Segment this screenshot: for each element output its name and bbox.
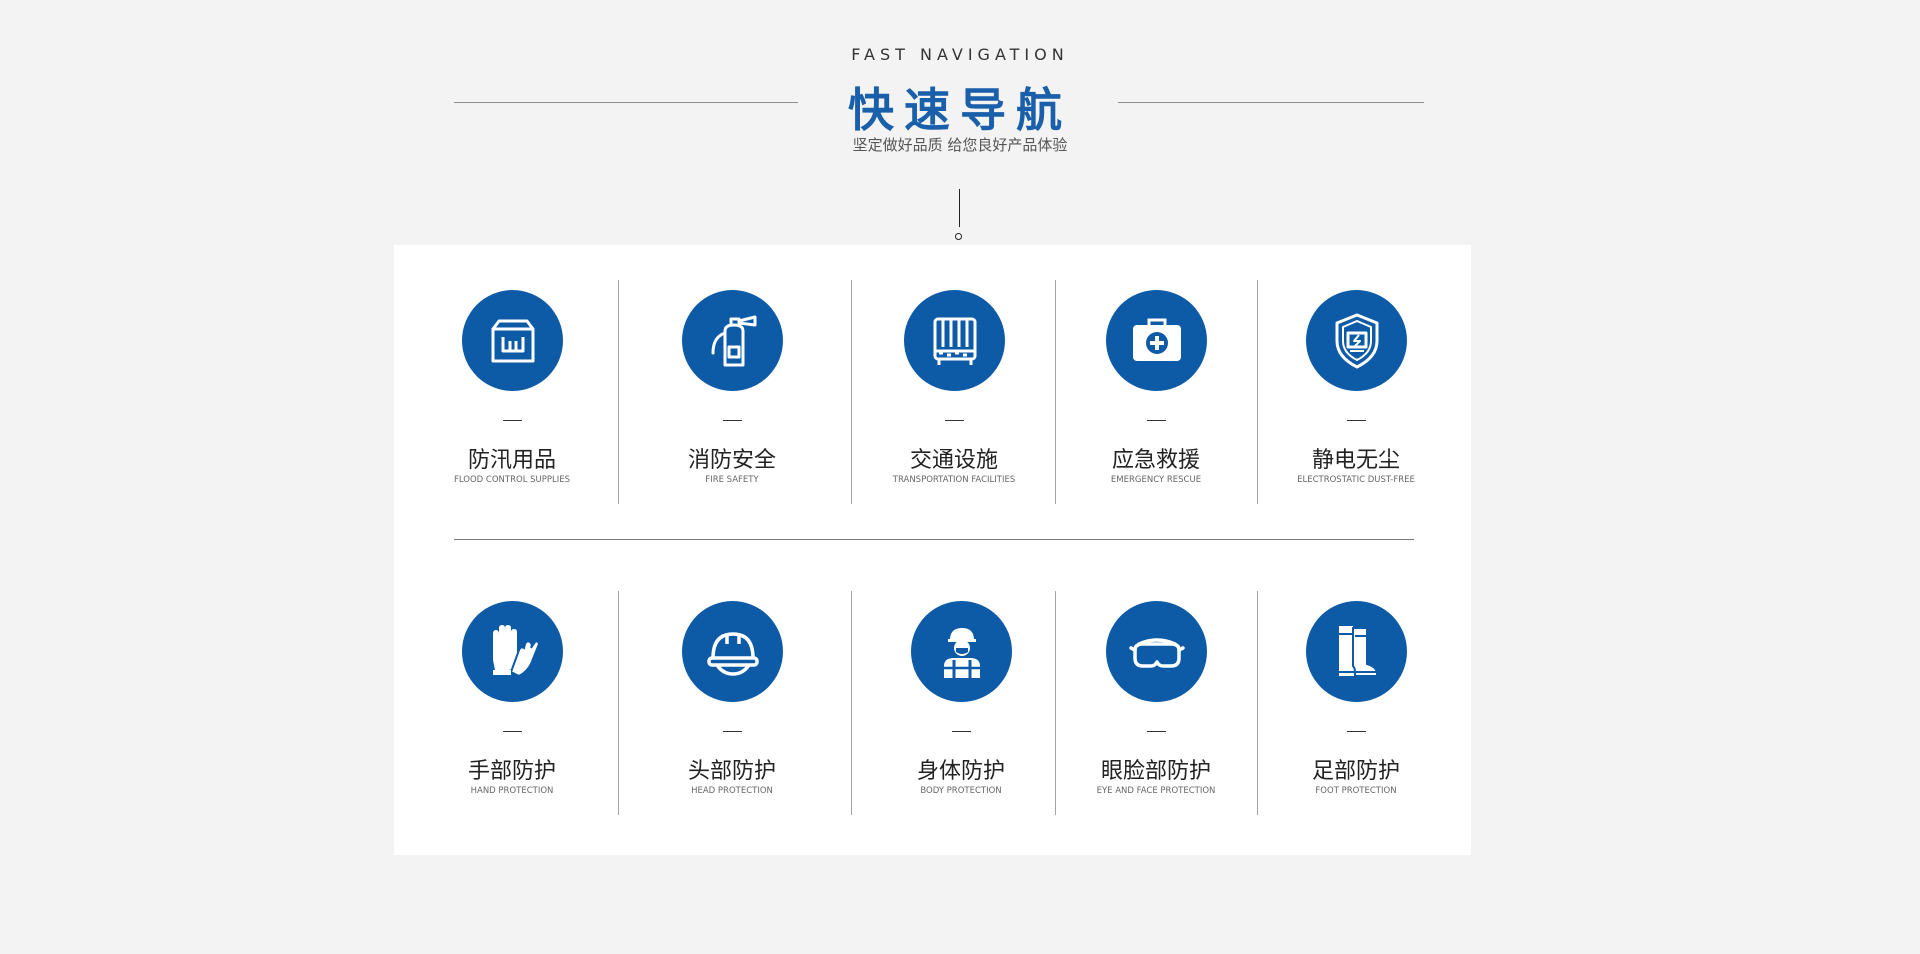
- item-dash: [945, 420, 964, 421]
- nav-item-label-cn: 防汛用品: [467, 448, 556, 473]
- nav-item-transportation[interactable]: 交通设施 TRANSPORTATION FACILITIES: [854, 280, 1054, 504]
- goggles-icon: [1106, 601, 1207, 702]
- item-dash: [723, 731, 742, 732]
- nav-item-eye-face-protection[interactable]: 眼脸部防护 EYE AND FACE PROTECTION: [1056, 591, 1256, 815]
- page-title: 快速导航: [848, 83, 1072, 137]
- first-aid-kit-icon: [1106, 290, 1207, 391]
- nav-item-label-en: FLOOD CONTROL SUPPLIES: [453, 475, 571, 485]
- item-dash: [1147, 420, 1166, 421]
- nav-item-label-en: FIRE SAFETY: [705, 475, 759, 485]
- nav-item-label-en: EMERGENCY RESCUE: [1110, 475, 1202, 485]
- nav-item-fire-safety[interactable]: 消防安全 FIRE SAFETY: [632, 280, 832, 504]
- item-dash: [503, 420, 522, 421]
- nav-item-label-en: HEAD PROTECTION: [691, 786, 773, 796]
- electrostatic-shield-icon: [1306, 290, 1407, 391]
- column-divider: [618, 280, 619, 504]
- nav-item-electrostatic[interactable]: 静电无尘 ELECTROSTATIC DUST-FREE: [1256, 280, 1456, 504]
- worker-icon: [911, 601, 1012, 702]
- fire-extinguisher-icon: [682, 290, 783, 391]
- nav-item-foot-protection[interactable]: 足部防护 FOOT PROTECTION: [1256, 591, 1456, 815]
- nav-item-label-cn: 手部防护: [467, 759, 556, 784]
- nav-item-label-en: FOOT PROTECTION: [1315, 786, 1397, 796]
- nav-item-body-protection[interactable]: 身体防护 BODY PROTECTION: [861, 591, 1061, 815]
- hard-hat-icon: [682, 601, 783, 702]
- column-divider: [618, 591, 619, 815]
- nav-item-emergency-rescue[interactable]: 应急救援 EMERGENCY RESCUE: [1056, 280, 1256, 504]
- gloves-icon: [462, 601, 563, 702]
- column-divider: [851, 591, 852, 815]
- row-divider: [454, 539, 1414, 540]
- nav-item-label-en: ELECTROSTATIC DUST-FREE: [1297, 475, 1415, 485]
- nav-item-label-cn: 头部防护: [687, 759, 776, 784]
- item-dash: [723, 420, 742, 421]
- nav-item-label-cn: 足部防护: [1311, 759, 1400, 784]
- nav-item-label-en: EYE AND FACE PROTECTION: [1096, 786, 1216, 796]
- nav-item-label-cn: 眼脸部防护: [1100, 759, 1211, 784]
- nav-item-label-en: TRANSPORTATION FACILITIES: [892, 475, 1016, 485]
- nav-item-label-en: HAND PROTECTION: [470, 786, 554, 796]
- nav-item-label-cn: 应急救援: [1111, 448, 1200, 473]
- connector-dot: [955, 233, 962, 240]
- nav-item-label-cn: 交通设施: [909, 448, 998, 473]
- nav-item-label-cn: 身体防护: [916, 759, 1005, 784]
- title-line-right: [1118, 102, 1424, 103]
- header-eyebrow: FAST NAVIGATION: [851, 45, 1069, 64]
- nav-item-head-protection[interactable]: 头部防护 HEAD PROTECTION: [632, 591, 832, 815]
- column-divider: [851, 280, 852, 504]
- navigation-panel: 防汛用品 FLOOD CONTROL SUPPLIES 消防安全 FIRE SA…: [394, 245, 1471, 855]
- item-dash: [1147, 731, 1166, 732]
- item-dash: [1347, 420, 1366, 421]
- item-dash: [952, 731, 971, 732]
- section-header: FAST NAVIGATION 快速导航 坚定做好品质 给您良好产品体验: [0, 0, 1920, 240]
- item-dash: [1347, 731, 1366, 732]
- nav-item-label-cn: 消防安全: [687, 448, 776, 473]
- nav-item-label-en: BODY PROTECTION: [920, 786, 1002, 796]
- header-subtitle: 坚定做好品质 给您良好产品体验: [852, 136, 1068, 154]
- nav-item-hand-protection[interactable]: 手部防护 HAND PROTECTION: [412, 591, 612, 815]
- flood-box-icon: [462, 290, 563, 391]
- boots-icon: [1306, 601, 1407, 702]
- item-dash: [503, 731, 522, 732]
- connector-line: [959, 189, 960, 227]
- traffic-barrier-icon: [904, 290, 1005, 391]
- nav-item-label-cn: 静电无尘: [1311, 448, 1400, 473]
- nav-item-flood-control[interactable]: 防汛用品 FLOOD CONTROL SUPPLIES: [412, 280, 612, 504]
